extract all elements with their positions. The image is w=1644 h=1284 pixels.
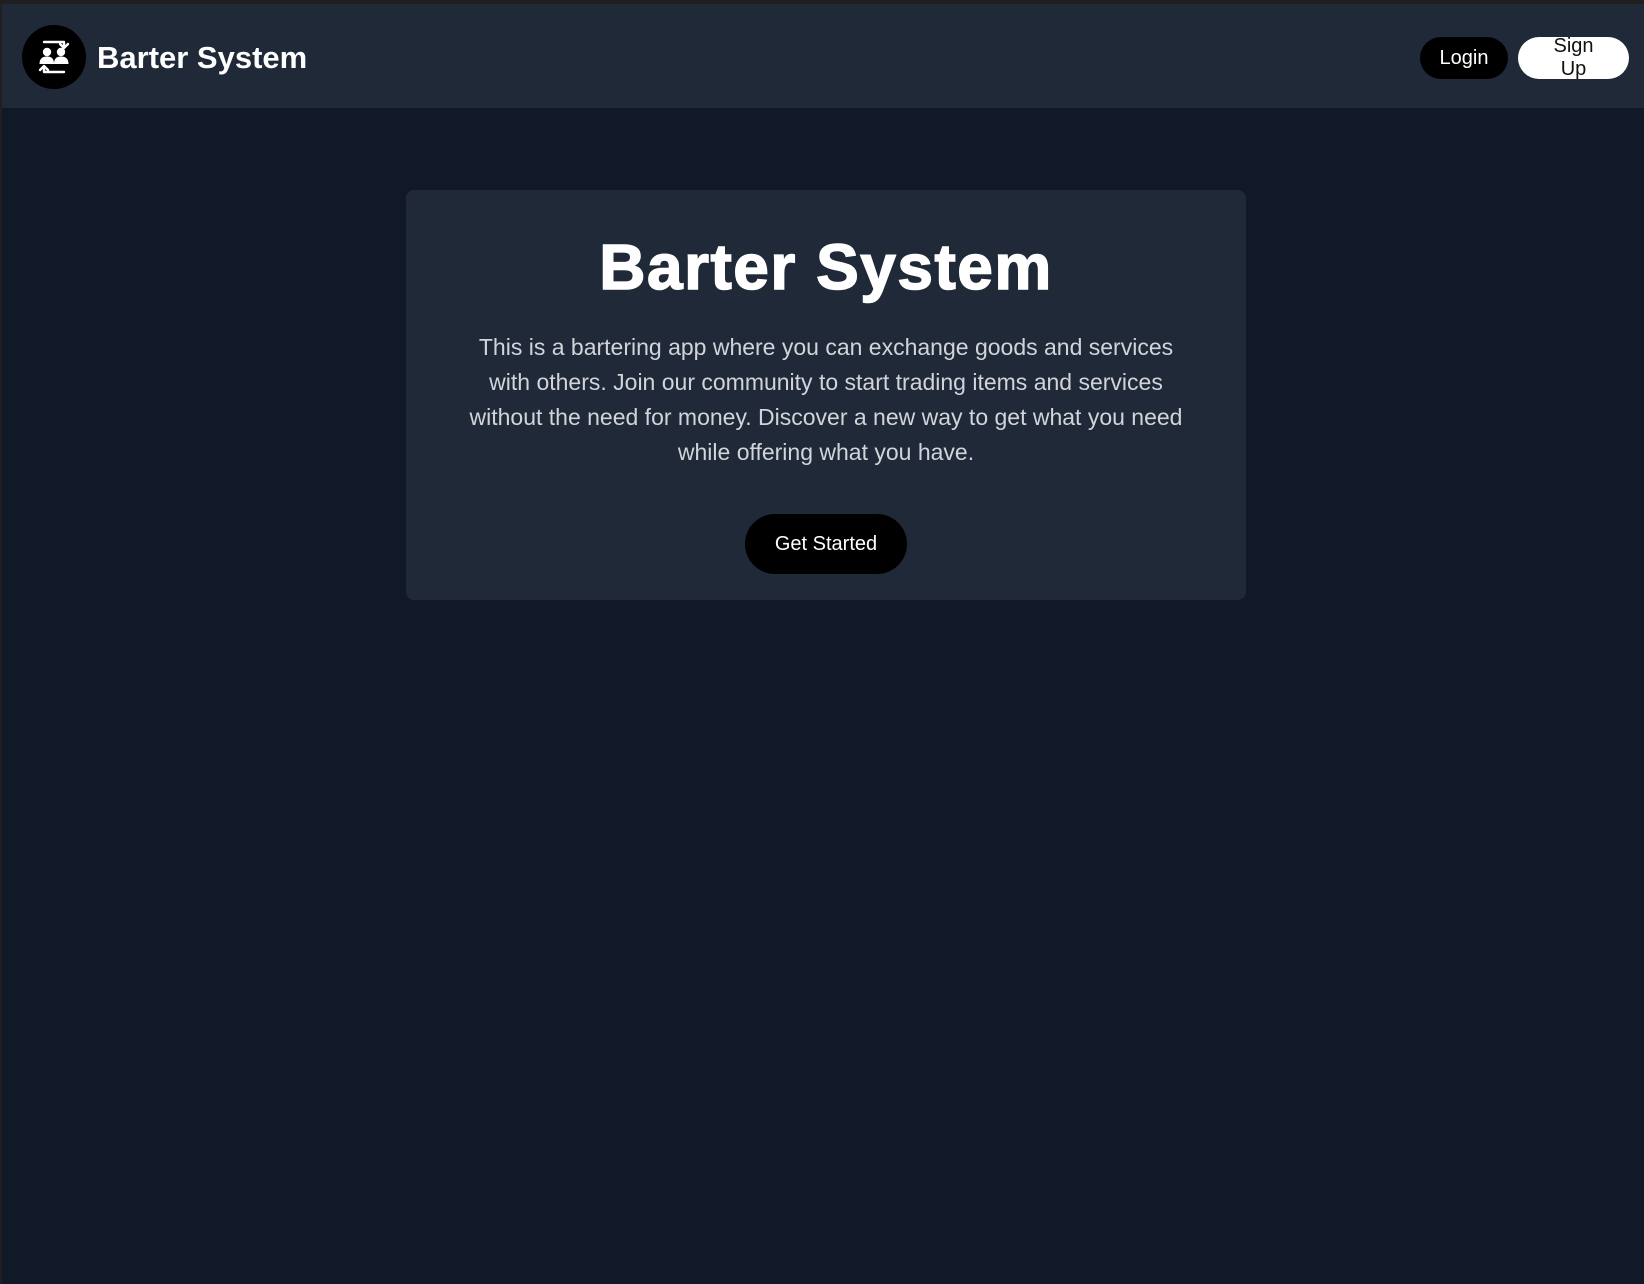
logo-svg: [38, 40, 70, 74]
hero-card: Barter System This is a bartering app wh…: [406, 190, 1246, 600]
auth-actions: Login Sign Up: [1420, 35, 1629, 80]
hero-title: Barter System: [599, 230, 1053, 304]
signup-button[interactable]: Sign Up: [1518, 35, 1629, 80]
users-exchange-icon: [22, 25, 86, 89]
app-window: Barter System Login Sign Up Barter Syste…: [2, 4, 1644, 1284]
login-button[interactable]: Login: [1420, 37, 1508, 79]
top-navbar: Barter System Login Sign Up: [2, 4, 1644, 108]
hero-description: This is a bartering app where you can ex…: [469, 334, 1183, 465]
brand[interactable]: Barter System: [22, 25, 307, 89]
brand-name[interactable]: Barter System: [97, 42, 307, 73]
get-started-button[interactable]: Get Started: [745, 514, 907, 574]
